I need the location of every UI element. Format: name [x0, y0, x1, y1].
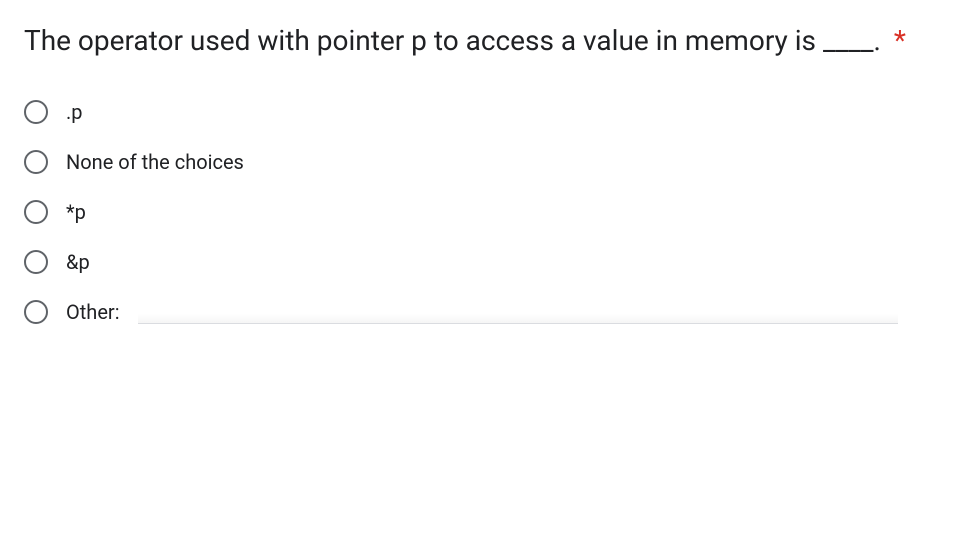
option-row-2[interactable]: *p: [24, 200, 942, 224]
radio-icon[interactable]: [24, 300, 48, 324]
radio-icon[interactable]: [24, 100, 48, 124]
radio-icon[interactable]: [24, 150, 48, 174]
option-label: *p: [66, 200, 86, 224]
option-row-1[interactable]: None of the choices: [24, 150, 942, 174]
radio-icon[interactable]: [24, 250, 48, 274]
required-asterisk: *: [894, 24, 906, 57]
option-row-3[interactable]: &p: [24, 250, 942, 274]
question-prompt: The operator used with pointer p to acce…: [24, 24, 881, 57]
question-text: The operator used with pointer p to acce…: [24, 20, 942, 62]
options-group: .p None of the choices *p &p Other:: [24, 100, 942, 324]
option-row-other[interactable]: Other:: [24, 300, 942, 324]
option-label: None of the choices: [66, 150, 244, 174]
other-input-underline: [138, 300, 898, 324]
option-label: &p: [66, 250, 90, 274]
option-row-0[interactable]: .p: [24, 100, 942, 124]
option-label: .p: [66, 100, 83, 124]
other-input[interactable]: [144, 300, 884, 327]
other-label: Other:: [66, 300, 120, 324]
radio-icon[interactable]: [24, 200, 48, 224]
